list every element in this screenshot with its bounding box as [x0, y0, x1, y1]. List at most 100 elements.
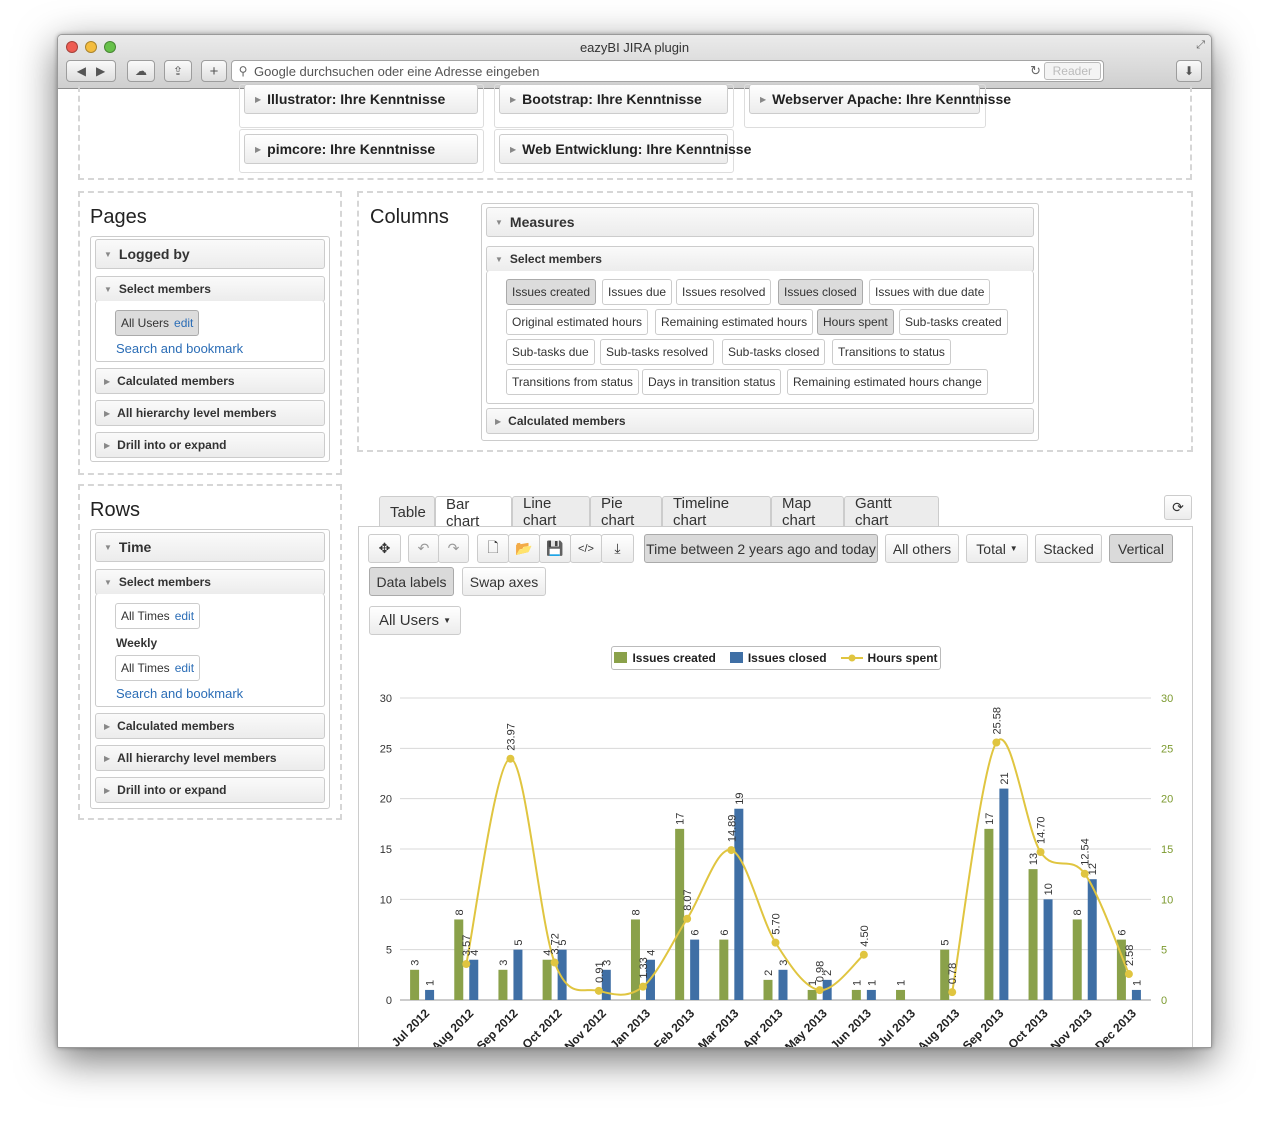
- dimension-web-entwicklung[interactable]: ▶ Web Entwicklung: Ihre Kenntnisse: [499, 134, 751, 164]
- tab-table[interactable]: Table: [379, 496, 435, 527]
- vertical-toggle[interactable]: Vertical: [1109, 534, 1173, 563]
- export-button[interactable]: ⤓: [601, 534, 634, 563]
- measure-member[interactable]: Sub-tasks resolved: [600, 339, 715, 365]
- all-others-button[interactable]: All others: [885, 534, 959, 563]
- data-labels-toggle[interactable]: Data labels: [369, 567, 454, 596]
- pages-select-members-header[interactable]: ▼ Select members: [95, 276, 325, 302]
- measure-member[interactable]: Sub-tasks due: [506, 339, 595, 365]
- dimension-webserver-apache[interactable]: ▶ Webserver Apache: Ihre Kenntnisse: [749, 84, 1011, 114]
- measure-member[interactable]: Issues due: [602, 279, 673, 305]
- data-label: 21: [999, 772, 1011, 784]
- dimension-pimcore[interactable]: ▶ pimcore: Ihre Kenntnisse: [244, 134, 478, 164]
- measure-member[interactable]: Issues with due date: [869, 279, 991, 305]
- data-label: 0.78: [947, 963, 959, 984]
- address-input[interactable]: Google durchsuchen oder eine Adresse ein…: [254, 64, 540, 79]
- pages-drill-into[interactable]: ▶ Drill into or expand: [95, 432, 325, 458]
- measure-member[interactable]: Days in transition status: [642, 369, 782, 395]
- measure-member[interactable]: Sub-tasks created: [899, 309, 1008, 335]
- tab-pie-chart[interactable]: Pie chart: [590, 495, 662, 529]
- edit-link[interactable]: edit: [175, 609, 194, 623]
- y2-tick-label: 5: [1161, 945, 1167, 957]
- rows-dimension-header[interactable]: ▼ Time: [95, 532, 325, 562]
- tab-line-chart[interactable]: Line chart: [512, 495, 590, 529]
- tab-gantt-chart[interactable]: Gantt chart: [844, 495, 939, 529]
- tab-bar-chart[interactable]: Bar chart: [435, 496, 512, 530]
- data-label: 6: [690, 929, 702, 935]
- data-label: 1: [866, 980, 878, 986]
- reader-button[interactable]: Reader: [1043, 62, 1101, 80]
- bar: [778, 969, 788, 1000]
- pages-calculated-members[interactable]: ▶ Calculated members: [95, 368, 325, 394]
- rows-hierarchy-level-members[interactable]: ▶ All hierarchy level members: [95, 745, 325, 771]
- save-report-button[interactable]: 💾: [539, 534, 571, 563]
- downloads-button[interactable]: ⬇: [1176, 60, 1202, 82]
- edit-link[interactable]: edit: [175, 661, 194, 675]
- data-label: 5: [513, 940, 525, 946]
- search-and-bookmark-link[interactable]: Search and bookmark: [116, 686, 243, 701]
- measure-member[interactable]: Remaining estimated hours: [655, 309, 814, 335]
- measure-member[interactable]: Transitions from status: [506, 369, 639, 395]
- refresh-button[interactable]: ⟳: [1164, 495, 1192, 520]
- x-tick-label: Jul 2012: [389, 1006, 433, 1048]
- back-icon[interactable]: ◀: [77, 64, 86, 78]
- x-tick-label: Sep 2012: [474, 1006, 521, 1048]
- dimension-bootstrap[interactable]: ▶ Bootstrap: Ihre Kenntnisse: [499, 84, 728, 114]
- measure-member[interactable]: Issues created: [506, 279, 597, 305]
- address-bar[interactable]: ⚲ Google durchsuchen oder eine Adresse e…: [231, 60, 1104, 82]
- pages-hierarchy-level-members[interactable]: ▶ All hierarchy level members: [95, 400, 325, 426]
- total-dropdown[interactable]: Total ▼: [966, 534, 1028, 563]
- fullscreen-icon[interactable]: ⤢: [1196, 39, 1205, 52]
- measure-member[interactable]: Issues closed: [778, 279, 863, 305]
- tab-timeline-chart[interactable]: Timeline chart: [662, 495, 771, 529]
- measure-member[interactable]: Sub-tasks closed: [722, 339, 826, 365]
- open-report-button[interactable]: 📂: [508, 534, 540, 563]
- member-all-times-weekly[interactable]: All Times edit: [115, 655, 201, 681]
- tab-map-chart[interactable]: Map chart: [771, 495, 844, 529]
- swap-axes-button[interactable]: Swap axes: [462, 567, 546, 596]
- y2-tick-label: 10: [1161, 894, 1173, 906]
- forward-icon[interactable]: ▶: [96, 64, 105, 78]
- columns-select-members-header[interactable]: ▼ Select members: [486, 246, 1034, 272]
- share-button[interactable]: ⇪: [164, 60, 192, 82]
- measures-header[interactable]: ▼ Measures: [486, 207, 1034, 237]
- dimension-illustrator[interactable]: ▶ Illustrator: Ihre Kenntnisse: [244, 84, 478, 114]
- rows-drill-into[interactable]: ▶ Drill into or expand: [95, 777, 325, 803]
- redo-button[interactable]: ↷: [438, 534, 469, 563]
- y-tick-label: 5: [386, 945, 392, 957]
- new-tab-button[interactable]: +: [201, 60, 227, 82]
- dimension-label: Webserver Apache: Ihre Kenntnisse: [772, 91, 1012, 107]
- search-and-bookmark-link[interactable]: Search and bookmark: [116, 341, 243, 356]
- member-all-users[interactable]: All Users edit: [115, 310, 200, 336]
- rows-title: Rows: [90, 499, 141, 521]
- member-all-times[interactable]: All Times edit: [115, 603, 201, 629]
- rows-calculated-members[interactable]: ▶ Calculated members: [95, 713, 325, 739]
- new-report-button[interactable]: 🗋: [477, 534, 509, 563]
- back-forward-buttons[interactable]: ◀ ▶: [66, 60, 116, 82]
- caret-right-icon: ▶: [255, 144, 262, 154]
- data-label: 17: [675, 813, 687, 825]
- edit-link[interactable]: edit: [174, 316, 193, 330]
- fullscreen-button[interactable]: ✥: [368, 534, 401, 563]
- rows-select-members-header[interactable]: ▼ Select members: [95, 569, 325, 595]
- measure-member[interactable]: Transitions to status: [832, 339, 951, 365]
- stacked-toggle[interactable]: Stacked: [1035, 534, 1102, 563]
- pages-dimension-header[interactable]: ▼ Logged by: [95, 239, 325, 269]
- bar: [851, 989, 861, 1000]
- measure-member[interactable]: Remaining estimated hours change: [787, 369, 988, 395]
- measure-member[interactable]: Hours spent: [817, 309, 894, 335]
- undo-icon: ↶: [417, 540, 430, 556]
- reload-icon[interactable]: ↻: [1030, 63, 1041, 79]
- y-tick-label: 25: [380, 743, 392, 755]
- columns-calculated-members[interactable]: ▶ Calculated members: [486, 408, 1034, 434]
- measure-member[interactable]: Issues resolved: [676, 279, 772, 305]
- measure-member[interactable]: Original estimated hours: [506, 309, 649, 335]
- line-point: [727, 846, 736, 855]
- data-label: 3.57: [461, 935, 473, 956]
- x-tick-label: Nov 2012: [562, 1006, 609, 1048]
- data-label: 5: [940, 940, 952, 946]
- embed-code-button[interactable]: </>: [570, 534, 602, 563]
- undo-button[interactable]: ↶: [408, 534, 439, 563]
- time-filter-button[interactable]: Time between 2 years ago and today: [644, 534, 878, 563]
- x-tick-label: Aug 2013: [915, 1006, 963, 1048]
- icloud-tabs-button[interactable]: ☁: [127, 60, 155, 82]
